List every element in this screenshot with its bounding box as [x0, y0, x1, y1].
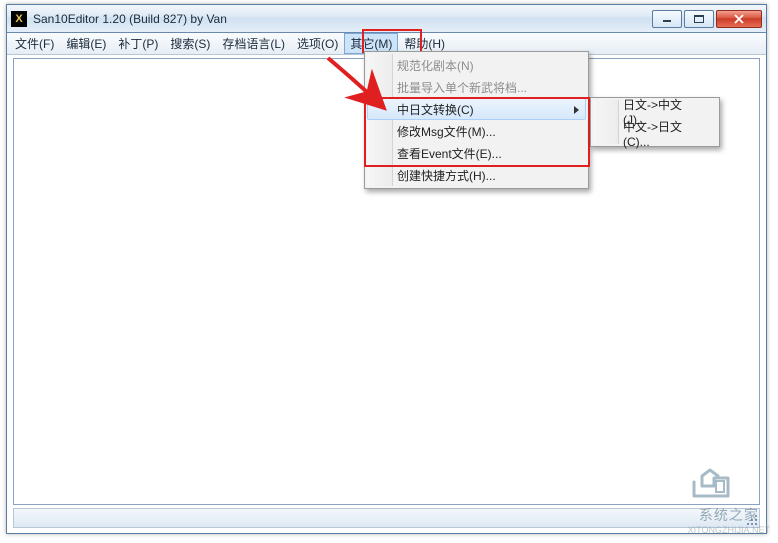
menu-file[interactable]: 文件(F)	[9, 33, 60, 54]
dropdown-other: 规范化剧本(N) 批量导入单个新武将档... 中日文转换(C) 修改Msg文件(…	[364, 51, 589, 189]
watermark: 系统之家 XITONGZHIJIA.NET	[688, 463, 770, 535]
menuitem-normalize-script: 规范化剧本(N)	[367, 54, 586, 76]
window-title: San10Editor 1.20 (Build 827) by Van	[33, 12, 650, 26]
menuitem-view-event[interactable]: 查看Event文件(E)...	[367, 142, 586, 164]
submenu-item-cn-to-jp[interactable]: 中文->日文(C)...	[593, 122, 717, 144]
menuitem-create-shortcut[interactable]: 创建快捷方式(H)...	[367, 164, 586, 186]
submenu-arrow-icon	[574, 106, 579, 114]
close-button[interactable]	[716, 10, 762, 28]
menuitem-cn-jp-convert[interactable]: 中日文转换(C)	[367, 98, 586, 120]
menuitem-label: 中日文转换(C)	[397, 101, 474, 118]
app-icon: X	[11, 11, 27, 27]
menu-search[interactable]: 搜索(S)	[164, 33, 216, 54]
maximize-button[interactable]	[684, 10, 714, 28]
titlebar[interactable]: X San10Editor 1.20 (Build 827) by Van	[7, 5, 766, 33]
submenu-convert: 日文->中文(J)... 中文->日文(C)...	[590, 97, 720, 147]
menuitem-modify-msg[interactable]: 修改Msg文件(M)...	[367, 120, 586, 142]
menu-edit[interactable]: 编辑(E)	[60, 33, 112, 54]
menu-savelang[interactable]: 存档语言(L)	[216, 33, 291, 54]
minimize-button[interactable]	[652, 10, 682, 28]
menu-patch[interactable]: 补丁(P)	[112, 33, 164, 54]
window-buttons	[650, 10, 762, 28]
watermark-subtext: XITONGZHIJIA.NET	[688, 525, 770, 535]
watermark-logo-icon	[688, 463, 734, 505]
watermark-text: 系统之家	[688, 505, 770, 525]
menuitem-batch-import: 批量导入单个新武将档...	[367, 76, 586, 98]
statusbar	[13, 508, 760, 528]
menu-options[interactable]: 选项(O)	[291, 33, 344, 54]
